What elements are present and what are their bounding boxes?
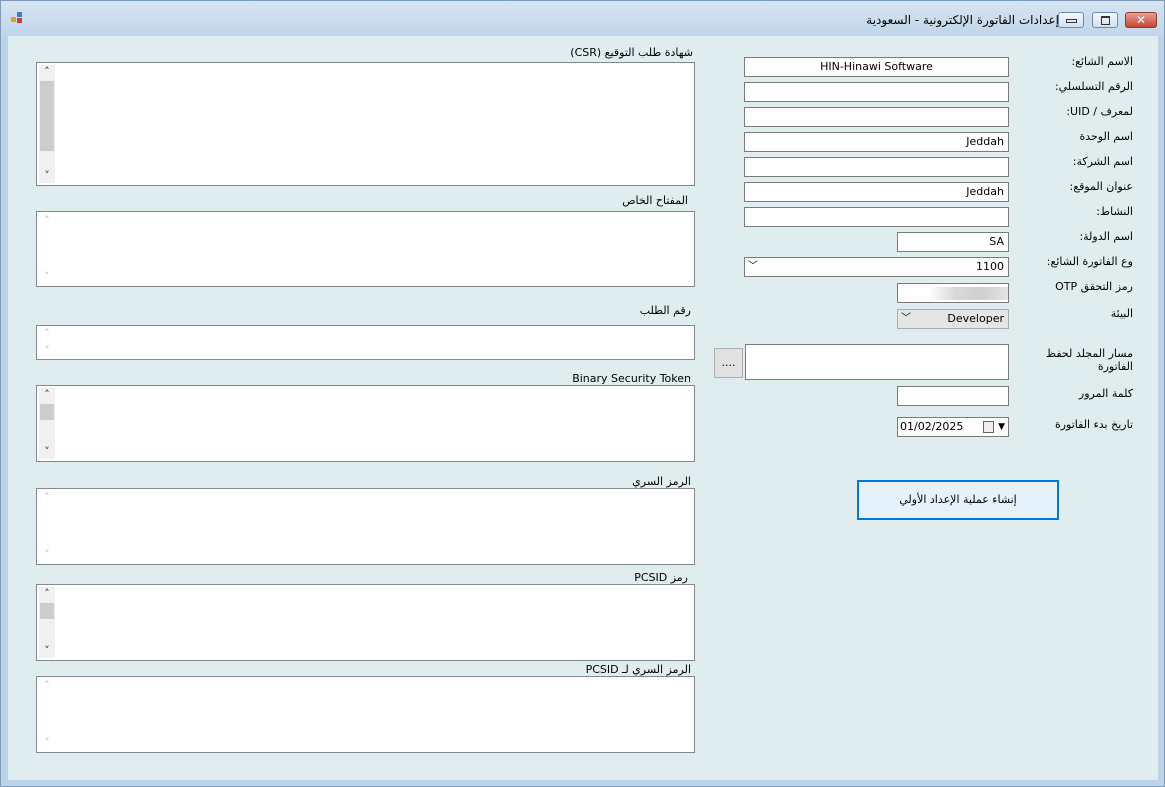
label-password: كلمة المرور	[1078, 387, 1133, 400]
private-key-textarea[interactable]: ˄ ˅	[36, 211, 695, 287]
scroll-up-icon[interactable]: ˄	[39, 214, 55, 228]
scroll-up-icon[interactable]: ˄	[39, 587, 55, 601]
scroll-thumb[interactable]	[40, 603, 54, 619]
secret-textarea[interactable]: ˄ ˅	[36, 488, 695, 565]
pcsid-scrollbar[interactable]: ˄ ˅	[39, 587, 55, 658]
scroll-thumb[interactable]	[40, 404, 54, 420]
environment-value: Developer	[947, 312, 1004, 325]
scroll-down-icon[interactable]: ˅	[39, 169, 55, 183]
app-icon	[11, 12, 25, 24]
label-request-id: رقم الطلب	[639, 304, 691, 317]
scroll-up-icon[interactable]: ˄	[39, 388, 55, 402]
label-country: اسم الدولة:	[1079, 230, 1133, 243]
label-folder-path: مسار المجلد لحفظ الفاتورة	[1045, 347, 1133, 373]
site-address-input[interactable]: Jeddah	[744, 182, 1009, 202]
environment-select[interactable]: Developer ﹀	[897, 309, 1009, 329]
scroll-down-icon[interactable]: ˅	[39, 736, 55, 750]
secret-scrollbar[interactable]: ˄ ˅	[39, 491, 55, 562]
client-area: الاسم الشائع: الرقم التسلسلي: لمعرف / UI…	[8, 36, 1158, 780]
invoice-type-select[interactable]: 1100 ﹀	[744, 257, 1009, 277]
calendar-icon[interactable]	[983, 421, 994, 433]
start-date-value: 01/02/2025	[900, 420, 964, 433]
label-secret: الرمز السري	[632, 475, 691, 488]
scroll-down-icon[interactable]: ˅	[39, 644, 55, 658]
password-input[interactable]	[897, 386, 1009, 406]
scroll-up-icon[interactable]: ˄	[39, 491, 55, 505]
common-name-input[interactable]: HIN-Hinawi Software	[744, 57, 1009, 77]
label-invoice-type: وع الفاتورة الشائع:	[1046, 255, 1133, 268]
label-common-name: الاسم الشائع:	[1071, 55, 1133, 68]
chevron-down-icon: ﹀	[748, 261, 758, 272]
label-pcsid-secret: الرمز السري لـ PCSID	[585, 663, 691, 676]
window-title: إعدادات الفاتورة الإلكترونية - السعودية	[866, 13, 1059, 27]
label-uid: لمعرف / UID:	[1066, 105, 1133, 118]
label-activity: النشاط:	[1096, 205, 1133, 218]
scroll-down-icon[interactable]: ˅	[39, 270, 55, 284]
browse-folder-button[interactable]: ....	[714, 348, 743, 378]
minimize-icon	[1065, 19, 1077, 23]
label-site-address: عنوان الموقع:	[1069, 180, 1133, 193]
scroll-up-icon[interactable]: ˄	[39, 65, 55, 79]
request-id-scrollbar[interactable]: ˄ ˅	[39, 328, 55, 357]
label-pcsid: رمز PCSID	[634, 571, 688, 584]
start-date-picker[interactable]: 01/02/2025 ▼	[897, 417, 1009, 437]
pcsid-textarea[interactable]: ˄ ˅	[36, 584, 695, 661]
invoice-type-value: 1100	[976, 260, 1004, 273]
private-key-scrollbar[interactable]: ˄ ˅	[39, 214, 55, 284]
label-start-date: تاريخ بدء الفاتورة	[1054, 418, 1133, 431]
dropdown-arrow-icon[interactable]: ▼	[998, 418, 1005, 436]
pcsid-secret-textarea[interactable]: ˄ ˅	[36, 676, 695, 753]
binary-token-scrollbar[interactable]: ˄ ˅	[39, 388, 55, 459]
company-name-input[interactable]	[744, 157, 1009, 177]
serial-number-input[interactable]	[744, 82, 1009, 102]
title-bar[interactable]: إعدادات الفاتورة الإلكترونية - السعودية …	[1, 1, 1164, 35]
chevron-down-icon: ﹀	[901, 313, 911, 324]
scroll-up-icon[interactable]: ˄	[39, 328, 55, 340]
minimize-button[interactable]	[1058, 12, 1084, 28]
folder-path-input[interactable]	[745, 344, 1009, 380]
restore-icon	[1100, 16, 1110, 25]
uid-input[interactable]	[744, 107, 1009, 127]
binary-token-textarea[interactable]: ˄ ˅	[36, 385, 695, 462]
scroll-down-icon[interactable]: ˅	[39, 445, 55, 459]
csr-textarea[interactable]: ˄ ˅	[36, 62, 695, 186]
label-environment: البيئة	[1110, 307, 1133, 320]
otp-input[interactable]	[897, 283, 1009, 303]
otp-redacted-value	[928, 287, 1008, 300]
close-icon: ✕	[1135, 13, 1147, 27]
request-id-textarea[interactable]: ˄ ˅	[36, 325, 695, 360]
country-input[interactable]: SA	[897, 232, 1009, 252]
label-binary-security-token: Binary Security Token	[572, 372, 691, 385]
label-csr: شهادة طلب التوقيع (CSR)	[570, 46, 693, 59]
label-unit-name: اسم الوحدة	[1079, 130, 1133, 143]
close-button[interactable]: ✕	[1125, 12, 1157, 28]
main-window: إعدادات الفاتورة الإلكترونية - السعودية …	[0, 0, 1165, 787]
scroll-down-icon[interactable]: ˅	[39, 548, 55, 562]
activity-input[interactable]	[744, 207, 1009, 227]
csr-scrollbar[interactable]: ˄ ˅	[39, 65, 55, 183]
pcsid-secret-scrollbar[interactable]: ˄ ˅	[39, 679, 55, 750]
unit-name-input[interactable]: Jeddah	[744, 132, 1009, 152]
label-private-key: المفتاح الخاص	[622, 194, 688, 207]
label-company-name: اسم الشركة:	[1072, 155, 1133, 168]
label-serial-number: الرقم التسلسلي:	[1054, 80, 1133, 93]
scroll-thumb[interactable]	[40, 81, 54, 151]
scroll-down-icon[interactable]: ˅	[39, 345, 55, 357]
maximize-button[interactable]	[1092, 12, 1118, 28]
create-initial-setup-button[interactable]: إنشاء عملية الإعداد الأولي	[857, 480, 1059, 520]
label-otp: رمز التحقق OTP	[1055, 280, 1133, 293]
scroll-up-icon[interactable]: ˄	[39, 679, 55, 693]
